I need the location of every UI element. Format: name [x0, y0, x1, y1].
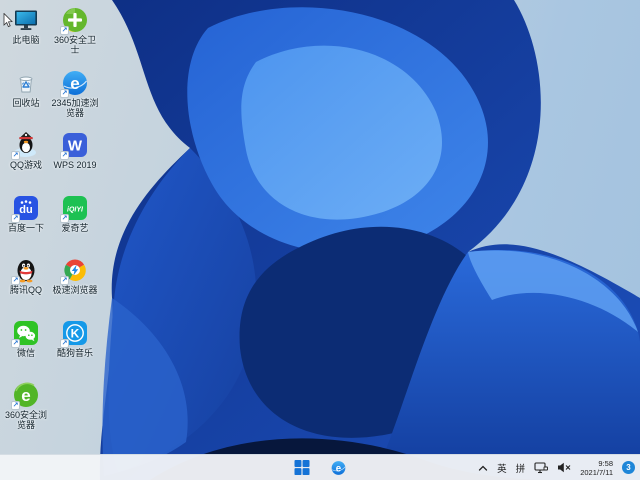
volume-muted-icon[interactable] [557, 462, 571, 473]
shortcut-arrow-icon: ↗ [60, 151, 69, 160]
browser-e-icon: e [331, 460, 346, 475]
shortcut-arrow-icon: ↗ [60, 276, 69, 285]
svg-text:iQIYI: iQIYI [67, 206, 84, 213]
browser-e-taskbar-button[interactable]: e [328, 457, 350, 479]
svg-text:K: K [71, 326, 80, 340]
shortcut-arrow-icon: ↗ [60, 26, 69, 35]
desktop-icon-label: 回收站 [12, 97, 40, 108]
desktop-icon-label: 微信 [16, 347, 35, 358]
desktop-icon-kugou-music[interactable]: K ↗ 酷狗音乐 [51, 319, 99, 382]
desktop-icon-2345-browser[interactable]: e ↗ 2345加速浏览器 [51, 69, 99, 132]
shortcut-arrow-icon: ↗ [60, 338, 69, 348]
ime-pinyin-indicator[interactable]: 拼 [516, 461, 526, 475]
desktop-icon-iqiyi[interactable]: iQIYI ↗ 爱奇艺 [51, 194, 99, 257]
desktop-icon-recycle-bin[interactable]: 回收站 [2, 69, 50, 132]
taskbar: e 英 拼 9:58 2021/7/11 3 [0, 454, 640, 480]
desktop-icon-grid: 此电脑 ↗ 360安全卫士 回收站 e ↗ 2345加速浏览器 ↗ QQ游戏 W… [2, 6, 99, 444]
shortcut-arrow-icon: ↗ [11, 151, 20, 160]
shortcut-arrow-icon: ↗ [11, 213, 20, 223]
desktop-icon-wechat[interactable]: ↗ 微信 [2, 319, 50, 382]
clock-date: 2021/7/11 [580, 467, 613, 477]
system-tray: 英 拼 9:58 2021/7/11 3 [478, 455, 635, 480]
hidden-icons-chevron-icon[interactable] [478, 464, 488, 472]
network-icon[interactable] [534, 461, 549, 474]
this-pc-icon [15, 10, 37, 30]
svg-text:e: e [336, 463, 342, 474]
desktop-icon-label: QQ游戏 [9, 160, 42, 170]
taskbar-center-icons: e [291, 455, 350, 480]
notification-badge[interactable]: 3 [622, 461, 635, 474]
shortcut-arrow-icon: ↗ [60, 88, 69, 98]
desktop-icon-label: 酷狗音乐 [56, 347, 93, 358]
desktop-icon-label: 爱奇艺 [61, 222, 89, 233]
desktop-icon-label: 此电脑 [12, 35, 40, 45]
desktop-icon-label: 360安全卫士 [53, 35, 97, 55]
desktop-icon-qq-games[interactable]: ↗ QQ游戏 [2, 131, 50, 194]
svg-text:e: e [70, 74, 79, 93]
desktop-icon-label: 百度一下 [7, 222, 44, 233]
shortcut-arrow-icon: ↗ [60, 213, 69, 223]
start-button[interactable] [291, 457, 313, 479]
svg-text:du: du [19, 204, 32, 216]
desktop-icon-wps-2019[interactable]: W ↗ WPS 2019 [51, 131, 99, 194]
clock-time: 9:58 [598, 458, 613, 468]
desktop-icon-baidu[interactable]: du ↗ 百度一下 [2, 194, 50, 257]
desktop-icon-tencent-qq[interactable]: ↗ 腾讯QQ [2, 256, 50, 319]
ime-english-indicator[interactable]: 英 [497, 461, 507, 475]
svg-text:e: e [21, 386, 30, 405]
desktop-icon-360-safe-guard[interactable]: ↗ 360安全卫士 [51, 6, 99, 69]
desktop-icon-speed-browser[interactable]: ↗ 极速浏览器 [51, 256, 99, 319]
svg-text:W: W [68, 138, 83, 155]
desktop-icon-label: 360安全浏览器 [4, 410, 48, 430]
windows-logo-icon [294, 460, 309, 475]
desktop: 此电脑 ↗ 360安全卫士 回收站 e ↗ 2345加速浏览器 ↗ QQ游戏 W… [0, 0, 640, 480]
desktop-icon-360-safe-browser[interactable]: e ↗ 360安全浏览器 [2, 381, 50, 444]
desktop-icon-label: 极速浏览器 [52, 285, 98, 295]
desktop-icon-label: 腾讯QQ [9, 285, 42, 295]
recycle-bin-icon [19, 76, 33, 92]
desktop-icon-label: 2345加速浏览器 [51, 97, 99, 118]
desktop-icon-this-pc[interactable]: 此电脑 [2, 6, 50, 69]
shortcut-arrow-icon: ↗ [11, 338, 20, 348]
desktop-icon-label: WPS 2019 [53, 160, 97, 170]
shortcut-arrow-icon: ↗ [11, 276, 20, 285]
shortcut-arrow-icon: ↗ [11, 401, 20, 410]
taskbar-clock[interactable]: 9:58 2021/7/11 [580, 459, 613, 477]
